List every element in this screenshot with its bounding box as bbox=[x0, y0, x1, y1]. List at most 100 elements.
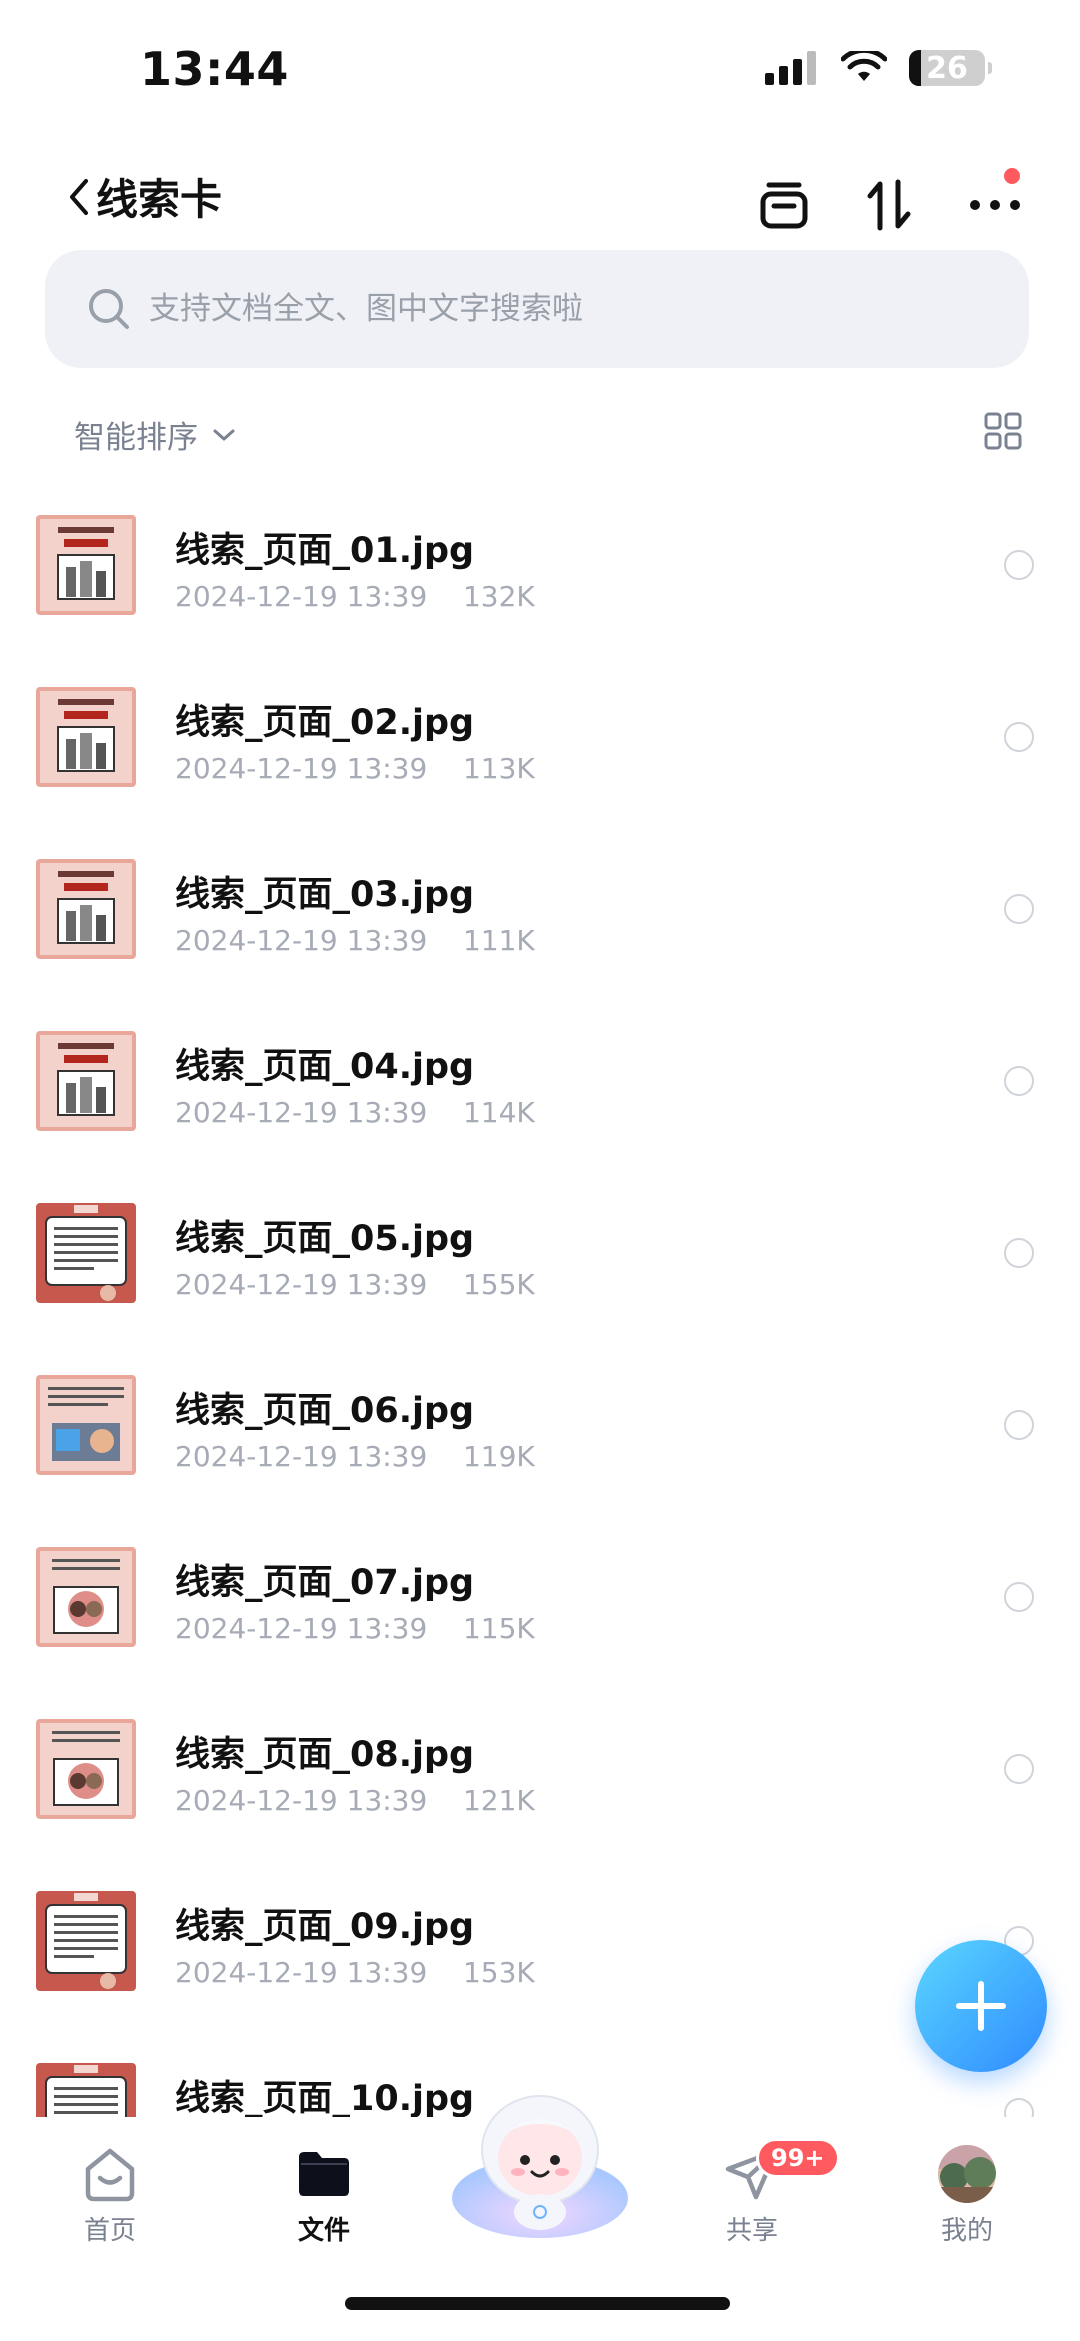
grid-icon bbox=[984, 412, 1022, 450]
page-title: 线索卡 bbox=[96, 175, 223, 224]
plus-icon bbox=[956, 1981, 1006, 2031]
signal-icon bbox=[765, 51, 816, 85]
sort-dropdown[interactable]: 智能排序 bbox=[74, 412, 236, 457]
file-date: 2024-12-19 13:39 bbox=[175, 1612, 428, 1645]
notification-dot bbox=[1004, 168, 1020, 184]
file-list: 线索_页面_01.jpg 2024-12-19 13:39 132K 线索_页面_0… bbox=[0, 500, 1080, 2117]
select-radio[interactable] bbox=[1004, 1238, 1034, 1268]
file-date: 2024-12-19 13:39 bbox=[175, 1956, 428, 1989]
tab-share-label: 共享 bbox=[725, 2216, 778, 2246]
select-radio[interactable] bbox=[1004, 1754, 1034, 1784]
file-thumbnail bbox=[36, 1719, 136, 1819]
file-thumbnail bbox=[36, 1375, 136, 1475]
mascot-button[interactable] bbox=[448, 2088, 632, 2238]
search-input[interactable] bbox=[147, 290, 951, 328]
file-row[interactable]: 线索_页面_06.jpg 2024-12-19 13:39 119K bbox=[0, 1360, 1080, 1532]
file-thumbnail bbox=[36, 1547, 136, 1647]
select-radio[interactable] bbox=[1004, 1410, 1034, 1440]
tab-files[interactable]: 文件 bbox=[244, 2142, 404, 2247]
archive-icon bbox=[760, 182, 808, 229]
file-size: 155K bbox=[462, 1268, 535, 1301]
grid-view-button[interactable] bbox=[984, 412, 1022, 454]
folder-icon bbox=[244, 2142, 404, 2206]
file-name: 线索_页面_04.jpg bbox=[175, 1047, 475, 1087]
file-date: 2024-12-19 13:39 bbox=[175, 1268, 428, 1301]
more-button[interactable] bbox=[960, 168, 1030, 240]
file-thumbnail bbox=[36, 1203, 136, 1303]
tab-home[interactable]: 首页 bbox=[30, 2142, 190, 2247]
file-meta: 2024-12-19 13:39 115K bbox=[175, 1612, 535, 1645]
avatar bbox=[887, 2142, 1047, 2206]
home-indicator bbox=[345, 2297, 730, 2310]
file-meta: 2024-12-19 13:39 132K bbox=[175, 580, 535, 613]
file-row[interactable]: 线索_页面_02.jpg 2024-12-19 13:39 113K bbox=[0, 672, 1080, 844]
sort-label: 智能排序 bbox=[74, 420, 198, 456]
file-date: 2024-12-19 13:39 bbox=[175, 924, 428, 957]
file-row[interactable]: 线索_页面_08.jpg 2024-12-19 13:39 121K bbox=[0, 1704, 1080, 1876]
file-meta: 2024-12-19 13:39 121K bbox=[175, 1784, 535, 1817]
file-date: 2024-12-19 13:39 bbox=[175, 580, 428, 613]
file-size: 111K bbox=[462, 924, 535, 957]
file-thumbnail bbox=[36, 687, 136, 787]
back-button[interactable]: 线索卡 bbox=[66, 166, 222, 227]
file-row[interactable]: 线索_页面_05.jpg 2024-12-19 13:39 155K bbox=[0, 1188, 1080, 1360]
file-thumbnail bbox=[36, 1891, 136, 1991]
file-meta: 2024-12-19 13:39 155K bbox=[175, 1268, 535, 1301]
nav-bar: 线索卡 bbox=[0, 160, 1080, 260]
file-size: 114K bbox=[462, 1096, 535, 1129]
file-meta: 2024-12-19 13:39 111K bbox=[175, 924, 535, 957]
tab-me[interactable]: 我的 bbox=[887, 2142, 1047, 2247]
battery-level: 26 bbox=[926, 50, 968, 86]
archive-button[interactable] bbox=[749, 170, 819, 240]
tab-share[interactable]: 共享 99+ bbox=[672, 2138, 840, 2247]
status-icons: 26 bbox=[765, 50, 992, 86]
file-thumbnail bbox=[36, 2063, 136, 2117]
sort-order-button[interactable] bbox=[854, 170, 924, 240]
add-button[interactable] bbox=[915, 1940, 1047, 2072]
file-name: 线索_页面_02.jpg bbox=[175, 703, 475, 743]
home-icon bbox=[30, 2142, 190, 2206]
tab-files-label: 文件 bbox=[297, 2216, 350, 2246]
file-size: 132K bbox=[462, 580, 535, 613]
file-row[interactable]: 线索_页面_01.jpg 2024-12-19 13:39 132K bbox=[0, 500, 1080, 672]
file-thumbnail bbox=[36, 1031, 136, 1131]
select-radio[interactable] bbox=[1004, 1582, 1034, 1612]
battery-indicator: 26 bbox=[909, 50, 992, 86]
file-meta: 2024-12-19 13:39 113K bbox=[175, 752, 535, 785]
search-bar[interactable] bbox=[45, 250, 1029, 368]
chevron-left-icon bbox=[70, 178, 88, 215]
select-radio[interactable] bbox=[1004, 894, 1034, 924]
status-time: 13:44 bbox=[140, 42, 289, 96]
file-name: 线索_页面_09.jpg bbox=[175, 1907, 475, 1947]
file-size: 121K bbox=[462, 1784, 535, 1817]
tab-me-label: 我的 bbox=[940, 2216, 993, 2246]
tab-home-label: 首页 bbox=[83, 2216, 136, 2246]
more-icon bbox=[970, 200, 1020, 210]
file-date: 2024-12-19 13:39 bbox=[175, 1784, 428, 1817]
select-radio[interactable] bbox=[1004, 722, 1034, 752]
file-size: 115K bbox=[462, 1612, 535, 1645]
file-size: 153K bbox=[462, 1956, 535, 1989]
select-radio[interactable] bbox=[1004, 1066, 1034, 1096]
file-date: 2024-12-19 13:39 bbox=[175, 1440, 428, 1473]
file-row[interactable]: 线索_页面_07.jpg 2024-12-19 13:39 115K bbox=[0, 1532, 1080, 1704]
file-date: 2024-12-19 13:39 bbox=[175, 752, 428, 785]
select-radio[interactable] bbox=[1004, 2098, 1034, 2117]
file-row[interactable]: 线索_页面_03.jpg 2024-12-19 13:39 111K bbox=[0, 844, 1080, 1016]
file-name: 线索_页面_01.jpg bbox=[175, 531, 475, 571]
file-name: 线索_页面_06.jpg bbox=[175, 1391, 475, 1431]
file-thumbnail bbox=[36, 859, 136, 959]
file-thumbnail bbox=[36, 515, 136, 615]
file-name: 线索_页面_08.jpg bbox=[175, 1735, 475, 1775]
chevron-down-icon bbox=[213, 429, 235, 440]
select-radio[interactable] bbox=[1004, 550, 1034, 580]
file-name: 线索_页面_10.jpg bbox=[175, 2079, 475, 2117]
file-meta: 2024-12-19 13:39 119K bbox=[175, 1440, 535, 1473]
file-size: 119K bbox=[462, 1440, 535, 1473]
file-name: 线索_页面_05.jpg bbox=[175, 1219, 475, 1259]
file-name: 线索_页面_07.jpg bbox=[175, 1563, 475, 1603]
notification-badge: 99+ bbox=[756, 2138, 840, 2178]
file-date: 2024-12-19 13:39 bbox=[175, 1096, 428, 1129]
file-meta: 2024-12-19 13:39 114K bbox=[175, 1096, 535, 1129]
file-row[interactable]: 线索_页面_04.jpg 2024-12-19 13:39 114K bbox=[0, 1016, 1080, 1188]
